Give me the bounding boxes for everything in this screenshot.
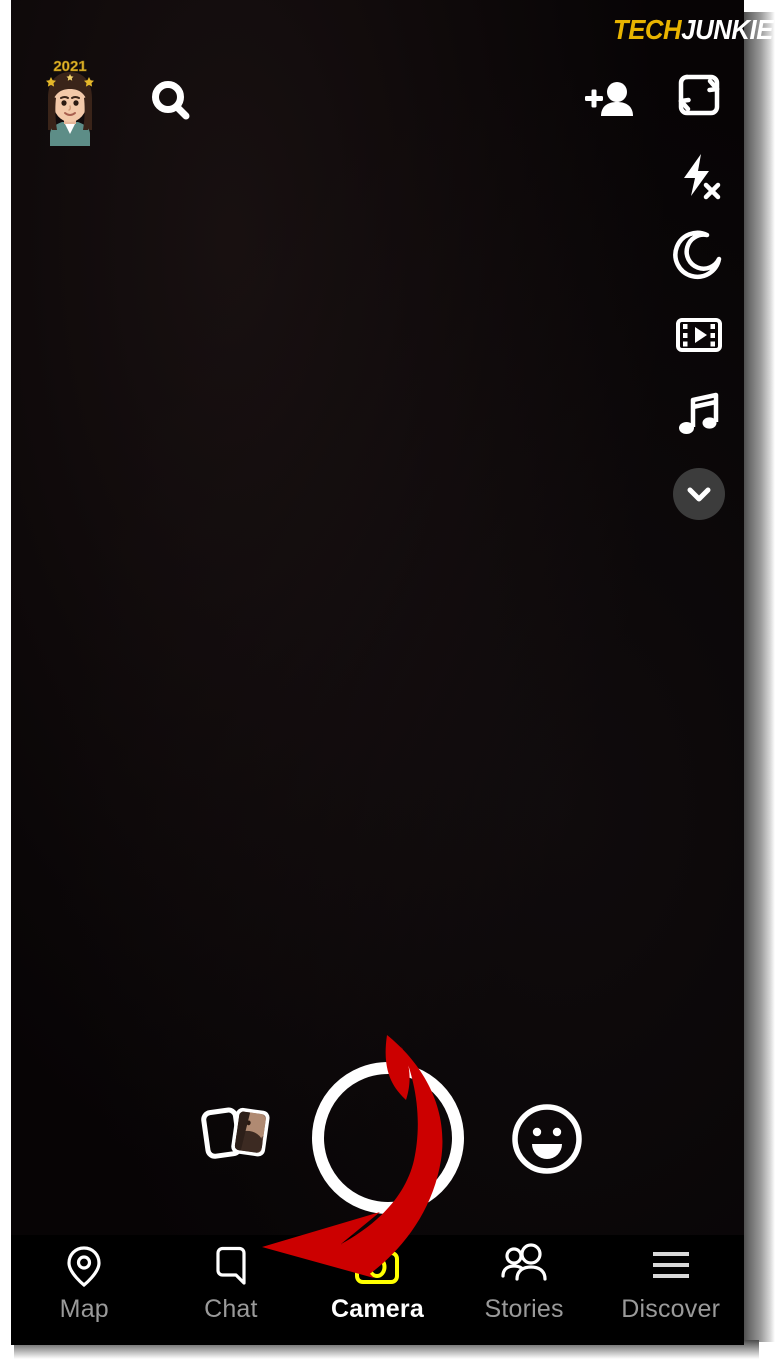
music-button[interactable]: [668, 384, 730, 446]
lens-smiley-icon: [512, 1104, 582, 1174]
more-options-button[interactable]: [673, 468, 725, 520]
nav-item-chat[interactable]: Chat: [158, 1243, 304, 1324]
nav-label-camera: Camera: [331, 1295, 424, 1323]
screenshot-frame: 2021 Map Chat Camera Stories Discover TE…: [0, 0, 775, 1359]
techjunkie-watermark: TECHJUNKIE: [613, 14, 773, 46]
bottom-navigation: Map Chat Camera Stories Discover: [11, 1235, 744, 1345]
people-icon: [498, 1243, 550, 1289]
night-mode-icon: [673, 230, 722, 280]
hamburger-icon: [647, 1243, 695, 1289]
watermark-junkie: JUNKIE: [681, 14, 773, 45]
nav-label-chat: Chat: [204, 1295, 258, 1323]
phone-screen: 2021 Map Chat Camera Stories Discover: [11, 0, 744, 1345]
chat-bubble-icon: [209, 1243, 253, 1289]
nav-item-camera[interactable]: Camera: [304, 1243, 450, 1324]
camera-flip-icon: [678, 74, 720, 116]
memories-icon: [201, 1107, 270, 1159]
memories-button[interactable]: [197, 1095, 281, 1175]
search-icon: [152, 81, 190, 120]
nav-item-stories[interactable]: Stories: [451, 1243, 597, 1324]
svg-text:2021: 2021: [53, 58, 86, 75]
nav-label-discover: Discover: [621, 1295, 721, 1323]
nav-label-map: Map: [59, 1295, 109, 1323]
nav-item-map[interactable]: Map: [11, 1243, 157, 1324]
multi-snap-icon: [676, 318, 722, 352]
capture-row: [11, 1040, 744, 1214]
add-friend-button[interactable]: [581, 72, 641, 132]
map-pin-icon: [62, 1243, 106, 1289]
frame-shadow-right: [743, 12, 775, 1342]
chevron-down-icon: [687, 487, 711, 502]
camera-icon: [351, 1243, 403, 1289]
add-friend-icon: [585, 82, 633, 116]
search-button[interactable]: [142, 72, 202, 132]
nav-item-discover[interactable]: Discover: [598, 1243, 744, 1324]
capture-button[interactable]: [312, 1062, 464, 1214]
flash-off-icon: [684, 154, 721, 200]
music-icon: [679, 392, 719, 434]
night-mode-button[interactable]: [668, 224, 730, 286]
nav-label-stories: Stories: [484, 1295, 564, 1323]
multi-snap-button[interactable]: [668, 304, 730, 366]
avatar[interactable]: 2021: [34, 58, 106, 146]
camera-options-rail: [654, 64, 744, 538]
watermark-tech: TECH: [612, 14, 682, 45]
flash-button[interactable]: [668, 144, 730, 206]
camera-flip-button[interactable]: [668, 64, 730, 126]
lenses-button[interactable]: [508, 1100, 586, 1178]
